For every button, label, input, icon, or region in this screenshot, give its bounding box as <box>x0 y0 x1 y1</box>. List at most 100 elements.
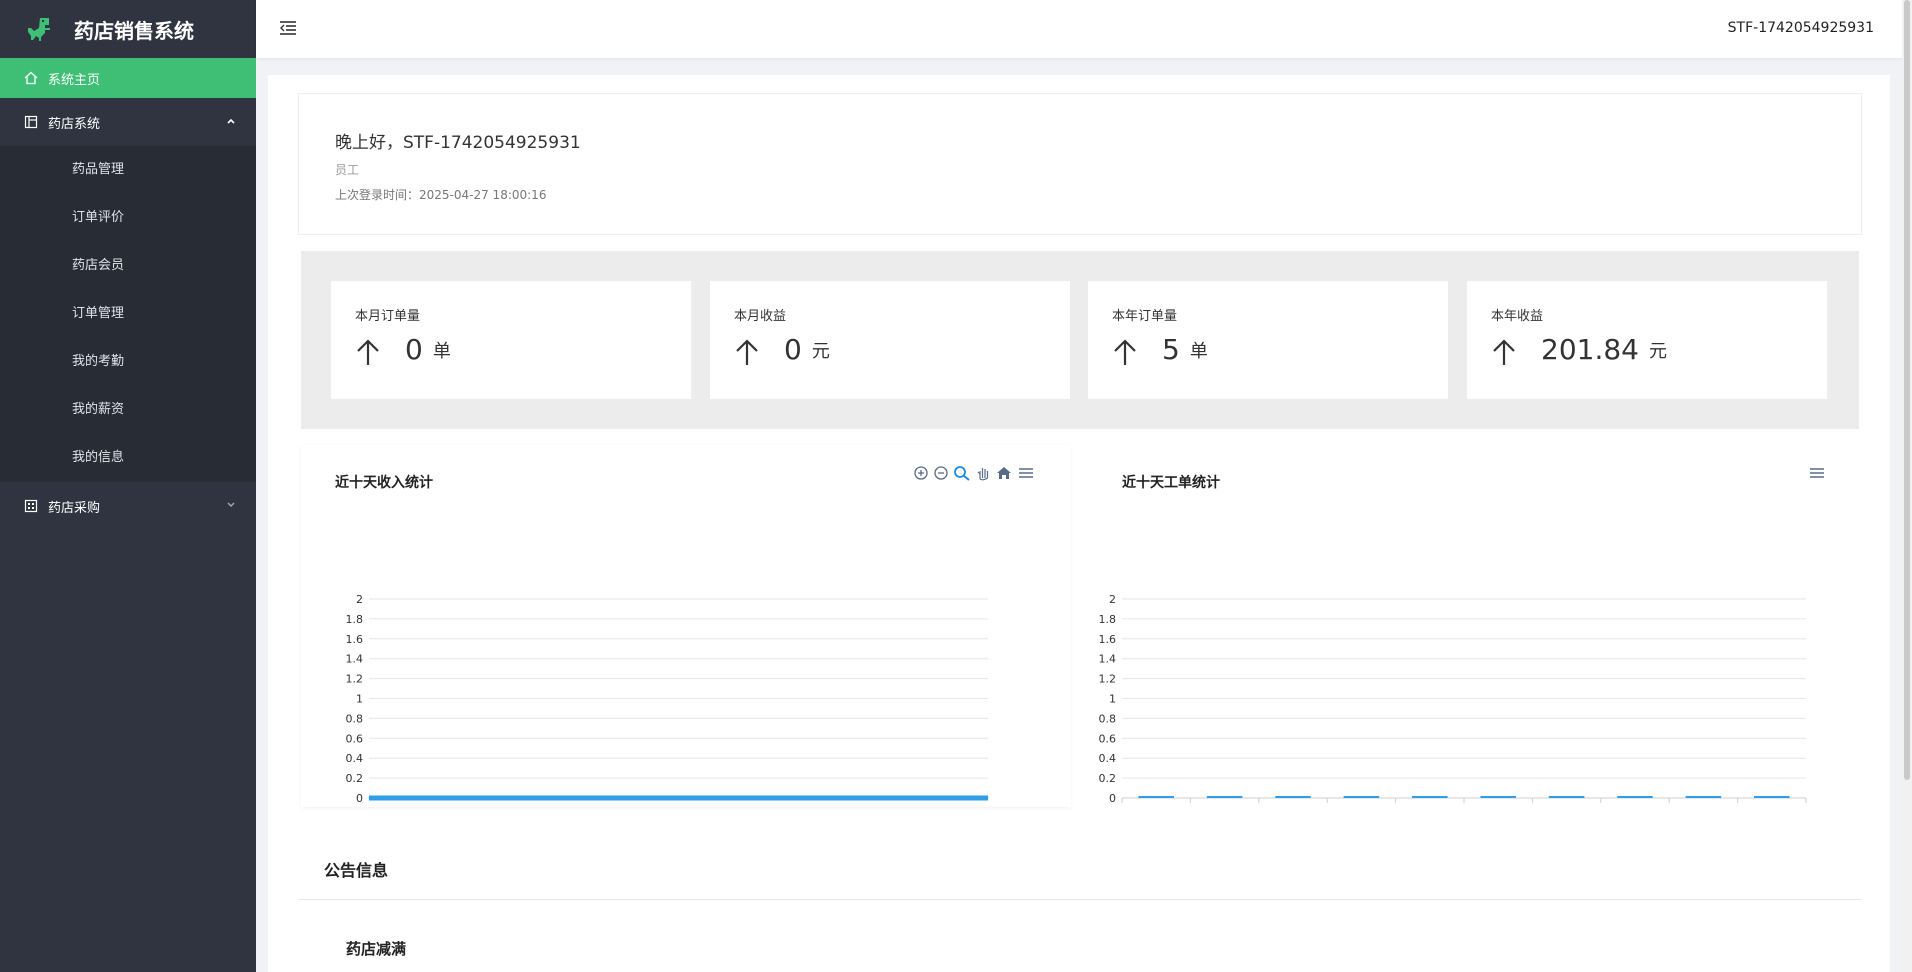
stat-value: 201.84 <box>1541 333 1639 366</box>
y-tick-label: 1.4 <box>346 653 364 666</box>
layout-icon <box>24 115 38 129</box>
y-tick-label: 0.6 <box>346 732 364 745</box>
data-point <box>437 797 439 799</box>
bar <box>1275 796 1311 798</box>
grid-icon <box>24 499 38 513</box>
arrow-up-icon <box>357 339 379 365</box>
bar <box>1343 796 1380 798</box>
data-point <box>643 797 645 799</box>
sidebar-item-attendance[interactable]: 我的考勤 <box>0 338 256 386</box>
stat-value: 0 <box>784 333 802 366</box>
y-tick-label: 0.2 <box>1099 772 1117 785</box>
y-tick-label: 0.6 <box>1099 732 1117 745</box>
sidebar-item-order-reviews[interactable]: 订单评价 <box>0 194 256 242</box>
y-tick-label: 0 <box>356 792 363 805</box>
zoom-out-icon[interactable] <box>933 465 949 481</box>
stats-panel: 本月订单量 0 单 本月收益 0 元 本年订单量 5 单 本年收益 201.84… <box>301 251 1859 429</box>
orders-chart: 00.20.40.60.811.21.41.61.8207-3108-0108-… <box>1099 593 1807 805</box>
stat-unit: 元 <box>811 341 830 362</box>
chevron-up-icon <box>227 118 235 124</box>
stat-value: 5 <box>1162 333 1180 366</box>
menu-icon[interactable] <box>1017 465 1035 481</box>
user-role: 员工 <box>335 163 360 177</box>
sidebar-item-profile[interactable]: 我的信息 <box>0 434 256 482</box>
y-tick-label: 0.8 <box>1099 712 1117 725</box>
dinosaur-logo-icon <box>28 18 50 41</box>
y-tick-label: 1.2 <box>346 673 364 686</box>
y-tick-label: 1.8 <box>346 613 364 626</box>
stat-label: 本年订单量 <box>1112 309 1178 324</box>
stat-card-month-revenue: 本月收益 0 元 <box>710 281 1070 399</box>
y-tick-label: 2 <box>1109 593 1116 606</box>
y-tick-label: 1.4 <box>1099 653 1117 666</box>
app-title: 药店销售系统 <box>74 18 194 43</box>
stat-card-month-orders: 本月订单量 0 单 <box>331 281 691 399</box>
bar <box>1754 796 1790 798</box>
pan-icon[interactable] <box>975 465 991 481</box>
bar <box>1617 796 1653 798</box>
y-tick-label: 0 <box>1109 792 1116 805</box>
chart-toolbox <box>1808 465 1826 481</box>
stat-card-year-revenue: 本年收益 201.84 元 <box>1467 281 1827 399</box>
stat-unit: 单 <box>1189 341 1208 362</box>
arrow-up-icon <box>736 339 758 365</box>
menu-icon[interactable] <box>1808 465 1826 481</box>
y-tick-label: 1.8 <box>1099 613 1117 626</box>
scrollbar[interactable] <box>1902 0 1912 972</box>
bar <box>1412 796 1448 798</box>
y-tick-label: 0.4 <box>1099 752 1117 765</box>
stat-unit: 单 <box>432 341 451 362</box>
zoom-in-icon[interactable] <box>913 465 929 481</box>
data-point <box>781 797 783 799</box>
stat-card-year-orders: 本年订单量 5 单 <box>1088 281 1448 399</box>
collapse-menu-icon[interactable] <box>278 18 298 38</box>
bar <box>1548 796 1585 798</box>
sidebar-item-salary[interactable]: 我的薪资 <box>0 386 256 434</box>
sidebar-group-label: 药店系统 <box>48 116 101 132</box>
chevron-down-icon <box>227 502 235 507</box>
home-icon <box>24 71 38 85</box>
data-point <box>918 797 920 799</box>
data-point <box>574 797 576 799</box>
stat-label: 本年收益 <box>1491 309 1544 324</box>
bar <box>1206 796 1243 798</box>
arrow-up-icon <box>1114 339 1136 365</box>
y-tick-label: 1 <box>356 693 363 706</box>
notice-item-title[interactable]: 药店减满 <box>298 900 1862 959</box>
scrollbar-thumb[interactable] <box>1904 0 1910 780</box>
sidebar-item-home[interactable]: 系统主页 <box>0 58 256 98</box>
greeting-card: 晚上好，STF-1742054925931 员工 上次登录时间：2025-04-… <box>298 93 1862 235</box>
user-menu[interactable]: STF-1742054925931 <box>1728 20 1874 36</box>
y-tick-label: 0.8 <box>346 712 364 725</box>
sidebar-group-label: 药店采购 <box>48 500 101 516</box>
bar <box>1685 796 1722 798</box>
sidebar-item-members[interactable]: 药店会员 <box>0 242 256 290</box>
y-tick-label: 2 <box>356 593 363 606</box>
income-chart: 00.20.40.60.811.21.41.61.8207-3108-0108-… <box>346 593 989 805</box>
topbar: STF-1742054925931 <box>256 0 1912 58</box>
y-tick-label: 1.6 <box>1099 633 1117 646</box>
last-login-time: 上次登录时间：2025-04-27 18:00:16 <box>335 188 547 202</box>
notice-heading: 公告信息 <box>298 845 1862 900</box>
orders-chart-card: 00.20.40.60.811.21.41.61.8207-3108-0108-… <box>1088 445 1858 807</box>
sidebar-group-pharmacy[interactable]: 药店系统 <box>0 98 256 146</box>
sidebar-group-purchase[interactable]: 药店采购 <box>0 482 256 530</box>
income-chart-card: 00.20.40.60.811.21.41.61.8207-3108-0108-… <box>301 445 1071 807</box>
sidebar-submenu: 药品管理 订单评价 药店会员 订单管理 我的考勤 我的薪资 我的信息 <box>0 146 256 482</box>
bar <box>1480 796 1516 798</box>
sidebar-item-drugs[interactable]: 药品管理 <box>0 146 256 194</box>
stat-value: 0 <box>405 333 423 366</box>
home-icon[interactable] <box>995 465 1013 481</box>
sidebar-item-orders[interactable]: 订单管理 <box>0 290 256 338</box>
notice-section: 公告信息 药店减满 <box>298 845 1862 959</box>
arrow-up-icon <box>1493 339 1515 365</box>
stat-unit: 元 <box>1648 341 1667 362</box>
data-point <box>712 797 714 799</box>
chart-toolbox <box>913 465 1035 481</box>
y-tick-label: 1 <box>1109 693 1116 706</box>
zoom-select-icon[interactable] <box>953 465 971 481</box>
data-point <box>849 797 851 799</box>
bar <box>1138 796 1174 798</box>
data-point <box>368 797 370 799</box>
y-tick-label: 0.2 <box>346 772 364 785</box>
